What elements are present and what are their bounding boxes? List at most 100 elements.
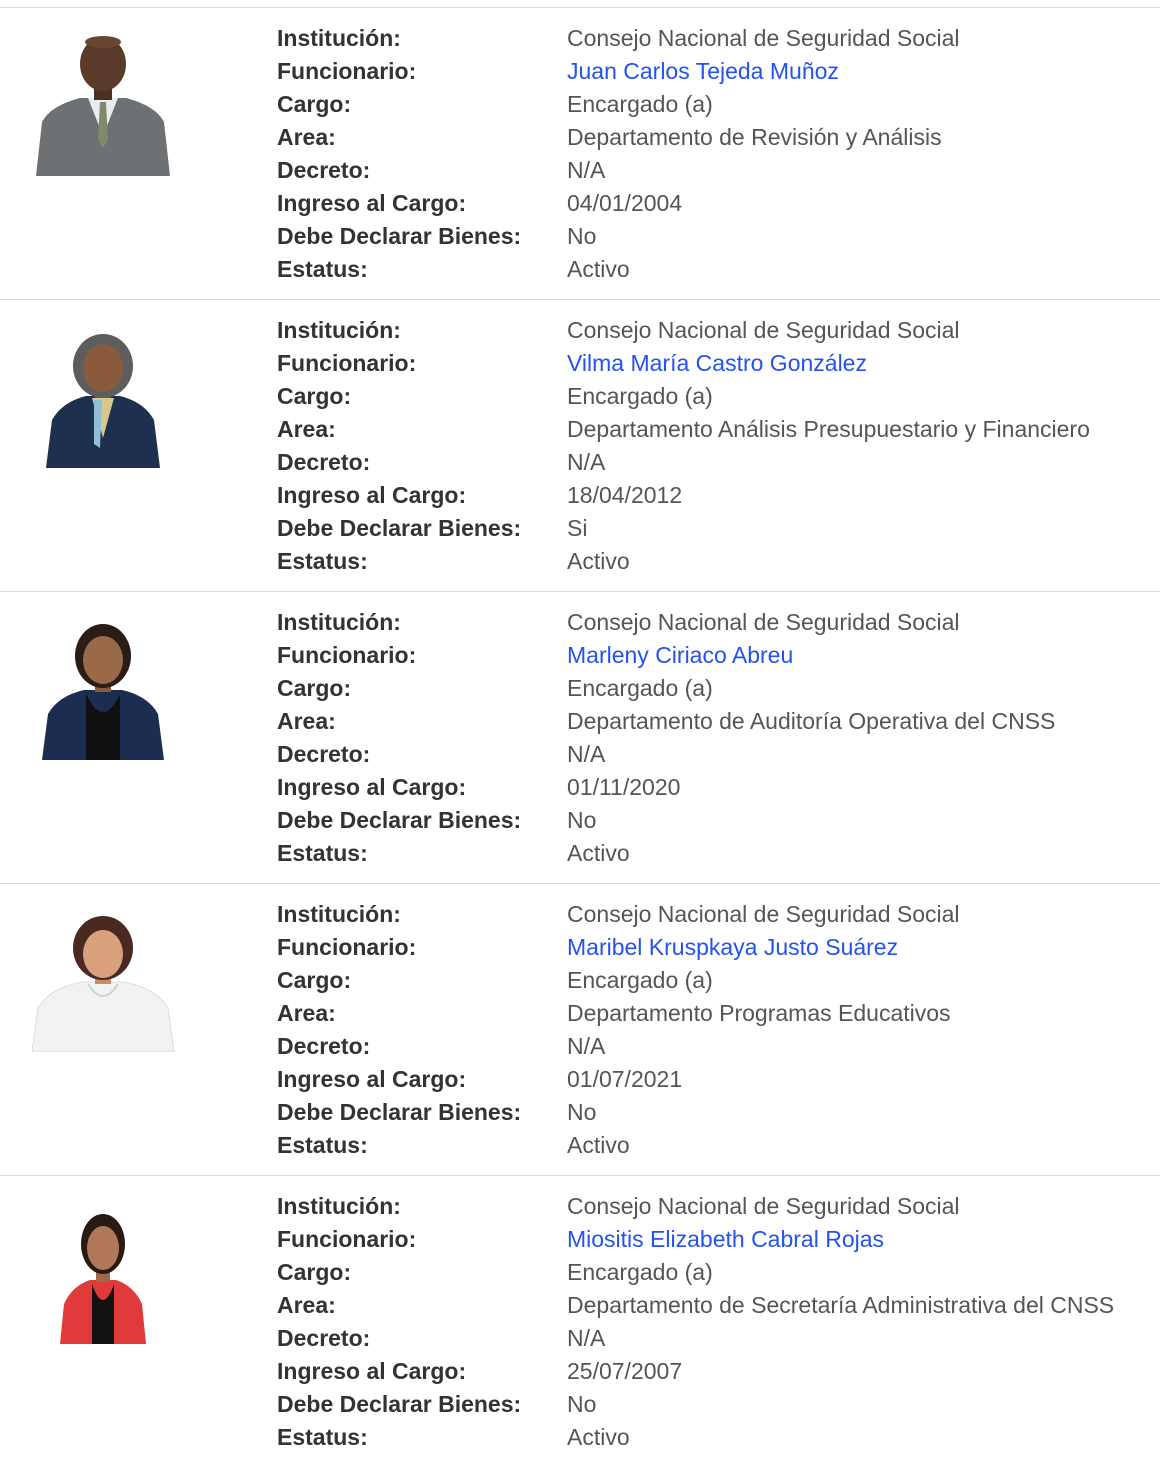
- institution-label: Institución:: [277, 25, 401, 51]
- start-date-row: Ingreso al Cargo: 25/07/2007: [277, 1355, 1147, 1388]
- area-label: Area:: [277, 708, 336, 734]
- official-name-link[interactable]: Vilma María Castro González: [567, 347, 867, 380]
- official-name-link[interactable]: Juan Carlos Tejeda Muñoz: [567, 55, 839, 88]
- area-label: Area:: [277, 1000, 336, 1026]
- position-row: Cargo: Encargado (a): [277, 1256, 1147, 1289]
- official-name-link[interactable]: Marleny Ciriaco Abreu: [567, 639, 793, 672]
- position-row: Cargo: Encargado (a): [277, 964, 1147, 997]
- institution-label: Institución:: [277, 609, 401, 635]
- position-value: Encargado (a): [567, 91, 713, 117]
- declare-assets-value: No: [567, 1391, 597, 1417]
- decree-value: N/A: [567, 157, 606, 183]
- declare-assets-row: Debe Declarar Bienes: No: [277, 1388, 1147, 1421]
- start-date-row: Ingreso al Cargo: 18/04/2012: [277, 479, 1147, 512]
- position-label: Cargo:: [277, 383, 352, 409]
- status-row: Estatus: Activo: [277, 545, 1147, 578]
- institution-value: Consejo Nacional de Seguridad Social: [567, 609, 960, 635]
- declare-assets-value: Si: [567, 515, 588, 541]
- institution-label: Institución:: [277, 1193, 401, 1219]
- position-value: Encargado (a): [567, 1259, 713, 1285]
- official-name-link[interactable]: Miositis Elizabeth Cabral Rojas: [567, 1223, 884, 1256]
- official-card: Institución: Consejo Nacional de Segurid…: [0, 299, 1160, 591]
- area-value: Departamento Análisis Presupuestario y F…: [567, 416, 1090, 442]
- declare-assets-label: Debe Declarar Bienes:: [277, 1391, 522, 1417]
- start-date-label: Ingreso al Cargo:: [277, 1358, 467, 1384]
- start-date-label: Ingreso al Cargo:: [277, 482, 467, 508]
- status-row: Estatus: Activo: [277, 253, 1147, 286]
- official-label: Funcionario:: [277, 642, 417, 668]
- official-card: Institución: Consejo Nacional de Segurid…: [0, 591, 1160, 883]
- start-date-row: Ingreso al Cargo: 04/01/2004: [277, 187, 1147, 220]
- official-row: Funcionario: Vilma María Castro González: [277, 347, 1147, 380]
- area-label: Area:: [277, 124, 336, 150]
- start-date-label: Ingreso al Cargo:: [277, 774, 467, 800]
- position-label: Cargo:: [277, 91, 352, 117]
- start-date-label: Ingreso al Cargo:: [277, 190, 467, 216]
- portrait-woman-icon: [46, 334, 160, 468]
- status-row: Estatus: Activo: [277, 1129, 1147, 1162]
- institution-value: Consejo Nacional de Seguridad Social: [567, 25, 960, 51]
- area-value: Departamento Programas Educativos: [567, 1000, 951, 1026]
- official-details: Institución: Consejo Nacional de Segurid…: [277, 314, 1147, 578]
- status-value: Activo: [567, 256, 630, 282]
- portrait-man-icon: [36, 36, 170, 176]
- portrait-woman-icon: [60, 1214, 146, 1344]
- start-date-value: 01/11/2020: [567, 774, 681, 800]
- official-row: Funcionario: Maribel Kruspkaya Justo Suá…: [277, 931, 1147, 964]
- institution-row: Institución: Consejo Nacional de Segurid…: [277, 22, 1147, 55]
- status-label: Estatus:: [277, 1132, 368, 1158]
- institution-value: Consejo Nacional de Seguridad Social: [567, 901, 960, 927]
- status-label: Estatus:: [277, 256, 368, 282]
- official-name-link[interactable]: Maribel Kruspkaya Justo Suárez: [567, 931, 898, 964]
- declare-assets-value: No: [567, 223, 597, 249]
- institution-row: Institución: Consejo Nacional de Segurid…: [277, 898, 1147, 931]
- institution-row: Institución: Consejo Nacional de Segurid…: [277, 606, 1147, 639]
- status-row: Estatus: Activo: [277, 1421, 1147, 1454]
- area-value: Departamento de Secretaría Administrativ…: [567, 1292, 1115, 1318]
- official-photo: [28, 36, 178, 176]
- start-date-row: Ingreso al Cargo: 01/11/2020: [277, 771, 1147, 804]
- official-card: Institución: Consejo Nacional de Segurid…: [0, 1175, 1160, 1467]
- declare-assets-value: No: [567, 1099, 597, 1125]
- declare-assets-row: Debe Declarar Bienes: Si: [277, 512, 1147, 545]
- decree-value: N/A: [567, 1325, 606, 1351]
- status-label: Estatus:: [277, 840, 368, 866]
- area-label: Area:: [277, 416, 336, 442]
- area-row: Area: Departamento Análisis Presupuestar…: [277, 413, 1147, 446]
- institution-row: Institución: Consejo Nacional de Segurid…: [277, 1190, 1147, 1223]
- area-row: Area: Departamento de Secretaría Adminis…: [277, 1289, 1147, 1322]
- decree-row: Decreto: N/A: [277, 154, 1147, 187]
- institution-value: Consejo Nacional de Seguridad Social: [567, 1193, 960, 1219]
- official-details: Institución: Consejo Nacional de Segurid…: [277, 606, 1147, 870]
- position-value: Encargado (a): [567, 383, 713, 409]
- institution-value: Consejo Nacional de Seguridad Social: [567, 317, 960, 343]
- official-label: Funcionario:: [277, 1226, 417, 1252]
- official-photo: [28, 1204, 178, 1344]
- official-label: Funcionario:: [277, 934, 417, 960]
- portrait-woman-icon: [42, 624, 164, 760]
- official-photo: [28, 912, 178, 1052]
- start-date-value: 18/04/2012: [567, 482, 683, 508]
- official-photo: [28, 620, 178, 760]
- declare-assets-value: No: [567, 807, 597, 833]
- decree-row: Decreto: N/A: [277, 1030, 1147, 1063]
- area-row: Area: Departamento de Revisión y Análisi…: [277, 121, 1147, 154]
- portrait-woman-icon: [31, 916, 175, 1052]
- declare-assets-label: Debe Declarar Bienes:: [277, 807, 522, 833]
- start-date-label: Ingreso al Cargo:: [277, 1066, 467, 1092]
- decree-value: N/A: [567, 1033, 606, 1059]
- position-label: Cargo:: [277, 967, 352, 993]
- official-label: Funcionario:: [277, 350, 417, 376]
- position-row: Cargo: Encargado (a): [277, 380, 1147, 413]
- institution-label: Institución:: [277, 901, 401, 927]
- declare-assets-row: Debe Declarar Bienes: No: [277, 220, 1147, 253]
- area-value: Departamento de Auditoría Operativa del …: [567, 708, 1056, 734]
- decree-row: Decreto: N/A: [277, 446, 1147, 479]
- official-row: Funcionario: Marleny Ciriaco Abreu: [277, 639, 1147, 672]
- officials-list: Institución: Consejo Nacional de Segurid…: [0, 7, 1160, 1467]
- area-row: Area: Departamento de Auditoría Operativ…: [277, 705, 1147, 738]
- declare-assets-row: Debe Declarar Bienes: No: [277, 804, 1147, 837]
- official-details: Institución: Consejo Nacional de Segurid…: [277, 1190, 1147, 1454]
- decree-label: Decreto:: [277, 449, 371, 475]
- start-date-row: Ingreso al Cargo: 01/07/2021: [277, 1063, 1147, 1096]
